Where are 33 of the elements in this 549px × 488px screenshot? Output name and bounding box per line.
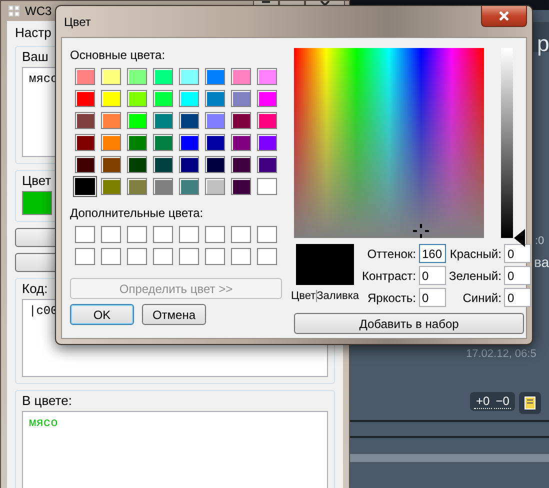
dialog-title: Цвет	[64, 14, 91, 28]
window-title: WC3	[25, 4, 52, 18]
vote-button[interactable]: +0	[474, 394, 492, 409]
preview-label: Заливка	[316, 290, 359, 302]
field-label: Зеленый:	[448, 268, 502, 282]
preview-label: Цвет	[291, 290, 317, 302]
basic-colors-label: Основные цвета:	[70, 48, 166, 62]
colored-preview: мясо	[22, 411, 328, 488]
field-label: Оттенок:	[366, 246, 416, 260]
ok-button[interactable]: OK	[70, 304, 134, 325]
field-label: Яркость:	[366, 290, 416, 304]
value-field[interactable]: 160	[418, 244, 446, 263]
field-label: Контраст:	[362, 268, 416, 282]
group-label: Ваш	[22, 49, 48, 64]
value-field[interactable]: 0	[504, 288, 532, 307]
add-to-custom-button[interactable]: Добавить в набор	[294, 313, 524, 334]
group-label: В цвете:	[22, 393, 72, 408]
text-fragment: ва	[534, 255, 549, 269]
field-label: Красный:	[448, 246, 502, 260]
custom-colors-label: Дополнительные цвета:	[70, 206, 204, 220]
group-label: Код:	[22, 281, 48, 296]
group-label: Цвет	[22, 173, 52, 188]
value-field[interactable]: 0	[504, 266, 532, 285]
section-label: Настр	[15, 25, 52, 40]
timestamp: 17.02.12, 06:5	[466, 349, 536, 360]
value-field[interactable]: 0	[418, 288, 446, 307]
vote-button[interactable]: −0	[494, 394, 512, 409]
field-label: Синий:	[462, 290, 502, 304]
value-field[interactable]: 0	[504, 244, 532, 263]
heading-fragment: р	[537, 33, 549, 55]
time-fragment: :0	[535, 236, 544, 247]
cancel-button[interactable]: Отмена	[142, 304, 206, 325]
value-field[interactable]: 0	[418, 266, 446, 285]
